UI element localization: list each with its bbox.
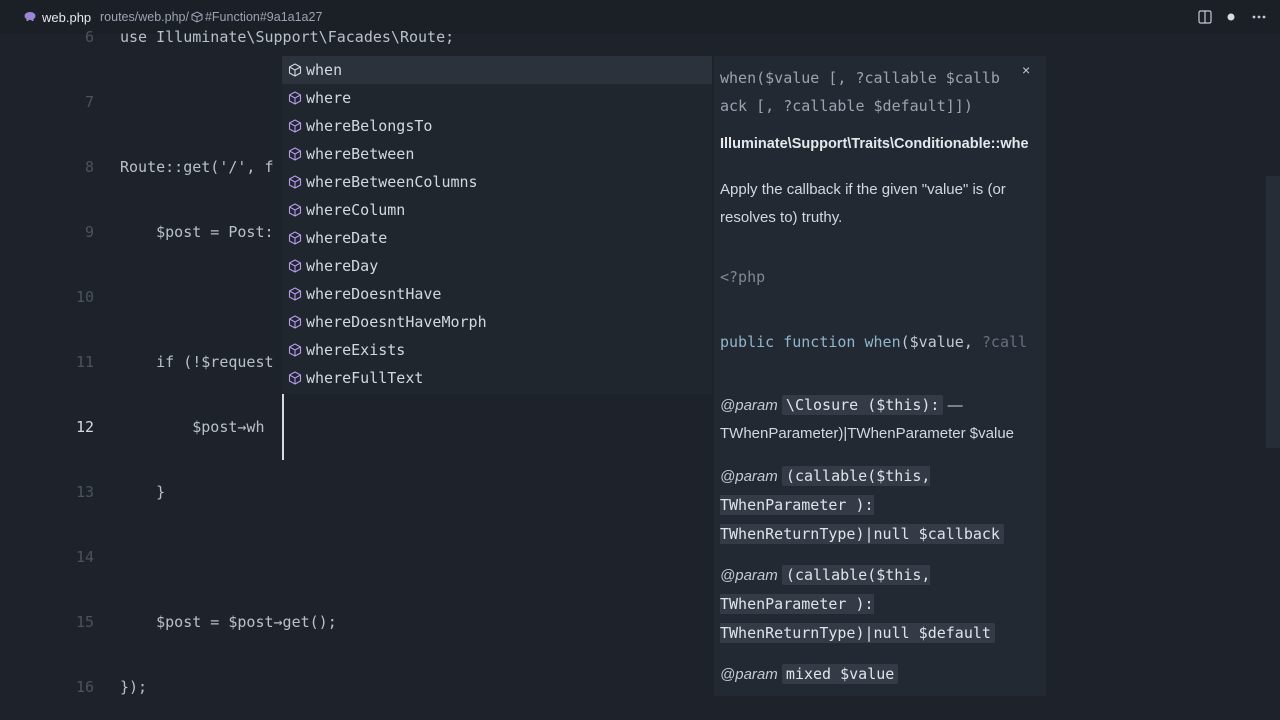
suggestion-label: where	[306, 89, 352, 107]
suggestion-label: whereExists	[306, 341, 406, 359]
method-cube-icon	[288, 63, 302, 77]
line-number: 8	[84, 158, 94, 176]
code-text: use Illuminate\Support\Facades\Route;	[120, 28, 455, 46]
param-tag: @param	[720, 567, 778, 584]
method-cube-icon	[288, 91, 302, 105]
code-line: 6 use Illuminate\Support\Facades\Route;	[0, 28, 1280, 52]
breadcrumb-path[interactable]: routes/web.php/	[100, 10, 189, 24]
method-cube-icon	[288, 371, 302, 385]
suggestion-label: whereDate	[306, 229, 388, 247]
method-cube-icon	[288, 231, 302, 245]
code-text: $post→wh	[120, 418, 265, 436]
suggestion-item[interactable]: whereBetweenColumns	[282, 168, 712, 196]
method-cube-icon	[288, 343, 302, 357]
documentation-panel[interactable]: when($value [, ?callable $callb ack [, ?…	[714, 56, 1046, 696]
text-cursor	[282, 394, 284, 460]
php-elephant-icon	[24, 12, 36, 21]
code-line-active: 12 $post→wh	[0, 418, 1280, 442]
close-icon[interactable]: ×	[1022, 62, 1030, 78]
param-type: \Closure ($this):	[781, 395, 944, 415]
tab-file-name[interactable]: web.php	[42, 10, 91, 25]
code-line: 16 });	[0, 678, 1280, 702]
suggestion-label: whereBetween	[306, 145, 415, 163]
code-text: });	[120, 678, 148, 696]
line-number: 9	[84, 223, 94, 241]
code-text: Route::get('/', f	[120, 158, 274, 176]
line-number: 14	[75, 548, 94, 566]
param-tag: @param	[720, 666, 778, 683]
editor-scrollbar[interactable]	[1266, 176, 1280, 448]
param-entry: @param (callable($this, TWhenParameter )…	[720, 462, 1040, 549]
suggestion-item[interactable]: whereFullText	[282, 364, 712, 392]
code-line: 15 $post = $post→get();	[0, 613, 1280, 637]
line-number: 16	[75, 678, 94, 696]
method-cube-icon	[288, 147, 302, 161]
suggestion-item[interactable]: whereDoesntHave	[282, 280, 712, 308]
php-function-name: when	[864, 333, 901, 351]
code-text: $post = Post:	[120, 223, 274, 241]
suggestion-label: whereBelongsTo	[306, 117, 433, 135]
line-number: 7	[84, 93, 94, 111]
breadcrumb: routes/web.php/ #Function#9a1a1a27	[100, 10, 322, 24]
more-actions-icon[interactable]	[1252, 10, 1266, 24]
php-signature: public function when($value, ?call	[720, 333, 1027, 351]
line-number: 10	[75, 288, 94, 306]
split-editor-icon[interactable]	[1198, 10, 1212, 24]
unsaved-dot-icon[interactable]	[1227, 13, 1235, 21]
suggestion-item[interactable]: whereDate	[282, 224, 712, 252]
suggestion-label: whereColumn	[306, 201, 406, 219]
suggestion-label: whereFullText	[306, 369, 424, 387]
php-args-dim: ?call	[981, 333, 1028, 351]
suggestion-item[interactable]: whereColumn	[282, 196, 712, 224]
suggestion-label: whereBetweenColumns	[306, 173, 478, 191]
suggestion-label: whereDoesntHaveMorph	[306, 313, 487, 331]
param-entry: @param (callable($this, TWhenParameter )…	[720, 561, 1040, 648]
suggestion-item[interactable]: whereExists	[282, 336, 712, 364]
php-keyword: public function	[720, 333, 856, 351]
method-cube-icon	[288, 119, 302, 133]
suggestion-item[interactable]: when	[282, 56, 712, 84]
method-cube-icon	[288, 175, 302, 189]
suggestion-item[interactable]: where	[282, 84, 712, 112]
param-entry: @param mixed $value	[720, 660, 1040, 689]
code-text: if (!$request	[120, 353, 274, 371]
line-number: 15	[75, 613, 94, 631]
suggestion-label: when	[306, 61, 343, 79]
breadcrumb-symbol[interactable]: #Function#9a1a1a27	[205, 10, 322, 24]
param-type: mixed $value	[781, 664, 899, 684]
line-number: 12	[75, 418, 94, 436]
code-line: 14	[0, 548, 1280, 572]
line-number: 11	[75, 353, 94, 371]
suggestion-item[interactable]: whereDay	[282, 252, 712, 280]
line-number: 13	[75, 483, 94, 501]
line-number: 6	[84, 28, 94, 46]
method-cube-icon	[288, 287, 302, 301]
cube-icon	[191, 11, 203, 23]
suggestion-label: whereDoesntHave	[306, 285, 442, 303]
method-cube-icon	[288, 259, 302, 273]
suggestion-label: whereDay	[306, 257, 379, 275]
signature-line: ack [, ?callable $default]])	[720, 97, 973, 115]
param-entry: @param \Closure ($this): — TWhenParamete…	[720, 391, 1040, 448]
param-tag: @param	[720, 468, 778, 485]
signature-line: when($value [, ?callable $callb	[720, 69, 1000, 87]
php-args: ($value,	[900, 333, 982, 351]
param-tag: @param	[720, 397, 778, 414]
suggestion-item[interactable]: whereDoesntHaveMorph	[282, 308, 712, 336]
method-cube-icon	[288, 203, 302, 217]
qualified-name: Illuminate\Support\Traits\Conditionable:…	[720, 136, 1029, 152]
autocomplete-list[interactable]: when where whereBelongsTo whereBetween w…	[282, 56, 712, 394]
php-open-tag: <?php	[720, 268, 766, 286]
method-signature: when($value [, ?callable $callb ack [, ?…	[720, 64, 1020, 120]
method-cube-icon	[288, 315, 302, 329]
method-description: Apply the callback if the given "value" …	[720, 181, 1006, 226]
code-text: }	[120, 483, 166, 501]
code-line: 13 }	[0, 483, 1280, 507]
code-text: $post = $post→get();	[120, 613, 337, 631]
suggestion-item[interactable]: whereBelongsTo	[282, 112, 712, 140]
suggestion-item[interactable]: whereBetween	[282, 140, 712, 168]
